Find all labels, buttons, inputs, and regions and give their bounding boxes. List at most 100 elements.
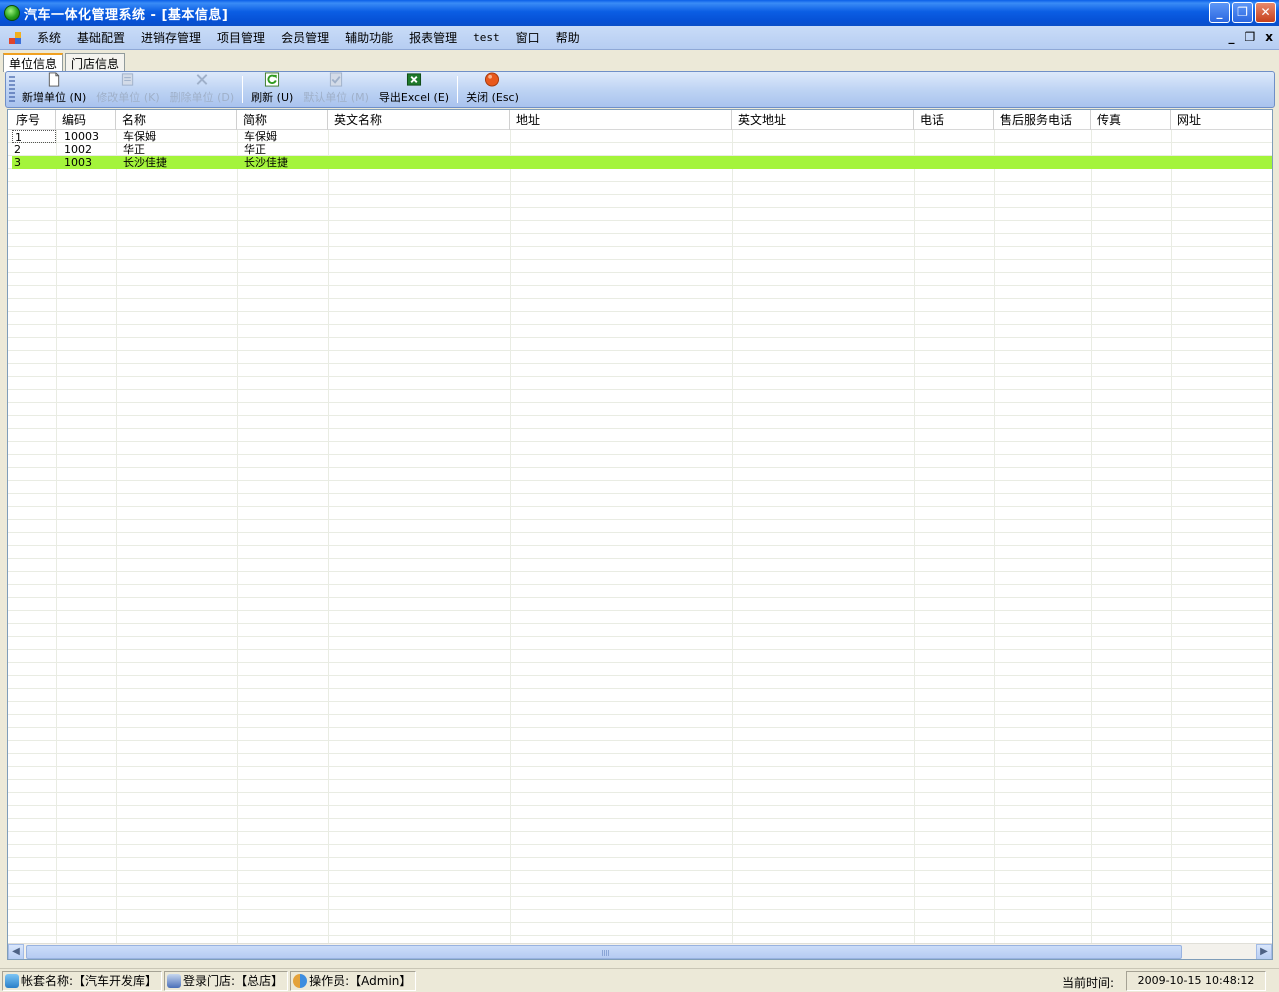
- cell-short-name[interactable]: 华正: [242, 143, 332, 156]
- cell-name[interactable]: 长沙佳捷: [121, 156, 241, 169]
- set-default-key: (M): [350, 91, 369, 104]
- column-header-fax[interactable]: 传真: [1091, 110, 1171, 130]
- menu-help[interactable]: 帮助: [548, 29, 588, 46]
- column-divider: [732, 130, 733, 945]
- close-button[interactable]: ✕: [1255, 2, 1276, 23]
- column-divider: [328, 130, 329, 945]
- column-header-index[interactable]: 序号: [10, 110, 56, 130]
- toolbar-separator: [457, 76, 459, 103]
- column-header-service-phone[interactable]: 售后服务电话: [994, 110, 1091, 130]
- title-bar: 汽车一体化管理系统 - [基本信息] _ ❐ ✕: [0, 0, 1279, 26]
- checkmark-icon: [330, 72, 343, 87]
- scroll-thumb[interactable]: [26, 945, 1182, 959]
- tab-unit-info[interactable]: 单位信息: [3, 53, 64, 72]
- menu-tools[interactable]: 辅助功能: [337, 29, 401, 46]
- excel-icon: [406, 73, 422, 86]
- menu-inventory[interactable]: 进销存管理: [133, 29, 209, 46]
- scroll-left-button[interactable]: ◀: [8, 944, 24, 959]
- cell-short-name[interactable]: 车保姆: [242, 130, 332, 143]
- toolbar: 新增单位 (N) 修改单位 (K) 删除单位 (D) 刷新 (U) 默认单位 (…: [5, 71, 1275, 108]
- minimize-button[interactable]: _: [1209, 2, 1230, 23]
- delete-icon: [196, 74, 208, 85]
- column-divider: [237, 130, 238, 945]
- close-form-button[interactable]: 关闭 (Esc): [461, 72, 524, 107]
- column-divider: [1171, 130, 1172, 945]
- cell-index[interactable]: 3: [12, 156, 56, 169]
- status-store: 登录门店:【总店】: [183, 974, 284, 988]
- mdi-close-button[interactable]: x: [1265, 30, 1273, 44]
- status-account: 帐套名称:【汽车开发库】: [21, 974, 158, 988]
- menu-bar: 系统 基础配置 进销存管理 项目管理 会员管理 辅助功能 报表管理 test 窗…: [0, 26, 1279, 50]
- edit-unit-label: 修改单位: [96, 91, 141, 104]
- cell-name[interactable]: 车保姆: [121, 130, 241, 143]
- cell-short-name[interactable]: 长沙佳捷: [242, 156, 332, 169]
- grid-body: 1 10003 车保姆 车保姆 2 1002 华正 华正 3 1003 长沙佳捷…: [8, 130, 1272, 945]
- current-time-label: 当前时间:: [1062, 976, 1115, 990]
- edit-document-icon: [121, 73, 134, 86]
- column-header-website[interactable]: 网址: [1171, 110, 1272, 130]
- menu-projects[interactable]: 项目管理: [209, 29, 273, 46]
- cell-name[interactable]: 华正: [121, 143, 241, 156]
- column-divider: [994, 130, 995, 945]
- mdi-child-icon[interactable]: [9, 31, 23, 45]
- column-header-name[interactable]: 名称: [116, 110, 237, 130]
- cell-index[interactable]: 2: [12, 143, 56, 156]
- cell-code[interactable]: 1002: [62, 143, 122, 156]
- table-row[interactable]: 1 10003 车保姆 车保姆: [12, 130, 1272, 143]
- current-time: 2009-10-15 10:48:12: [1126, 971, 1266, 991]
- refresh-label: 刷新: [251, 91, 274, 104]
- menu-reports[interactable]: 报表管理: [401, 29, 465, 46]
- column-header-english-address[interactable]: 英文地址: [732, 110, 914, 130]
- status-store-panel: 登录门店:【总店】: [164, 970, 289, 991]
- menu-members[interactable]: 会员管理: [273, 29, 337, 46]
- cell-code[interactable]: 10003: [62, 130, 122, 143]
- app-logo-icon: [4, 5, 20, 21]
- menu-system[interactable]: 系统: [29, 29, 69, 46]
- export-excel-label: 导出Excel: [378, 91, 431, 104]
- cell-index[interactable]: 1: [12, 130, 56, 143]
- export-excel-button[interactable]: 导出Excel (E): [374, 72, 454, 107]
- horizontal-scrollbar[interactable]: ◀ ▶: [8, 943, 1272, 959]
- column-header-address[interactable]: 地址: [510, 110, 732, 130]
- close-form-label: 关闭: [466, 91, 489, 104]
- close-form-key: (Esc): [491, 91, 519, 104]
- menu-test[interactable]: test: [465, 31, 508, 44]
- add-unit-label: 新增单位: [22, 91, 66, 104]
- column-divider: [56, 130, 57, 945]
- set-default-label: 默认单位: [303, 91, 348, 104]
- column-header-phone[interactable]: 电话: [914, 110, 994, 130]
- column-header-code[interactable]: 编码: [56, 110, 116, 130]
- add-unit-button[interactable]: 新增单位 (N): [17, 72, 91, 107]
- account-book-icon: [5, 973, 19, 988]
- status-bar: 帐套名称:【汽车开发库】 登录门店:【总店】 操作员:【Admin】 当前时间:…: [0, 968, 1279, 992]
- edit-unit-key: (K): [143, 91, 160, 104]
- cell-code[interactable]: 1003: [62, 156, 122, 169]
- restore-button[interactable]: ❐: [1232, 2, 1253, 23]
- column-divider: [510, 130, 511, 945]
- scroll-right-button[interactable]: ▶: [1256, 944, 1272, 959]
- store-computer-icon: [167, 973, 182, 988]
- edit-unit-button[interactable]: 修改单位 (K): [91, 72, 164, 107]
- close-circle-icon: [485, 72, 500, 87]
- mdi-restore-button[interactable]: ❐: [1244, 30, 1255, 44]
- users-icon: [293, 973, 308, 988]
- column-header-short-name[interactable]: 简称: [237, 110, 328, 130]
- grid-header: 序号 编码 名称 简称 英文名称 地址 英文地址 电话 售后服务电话 传真 网址: [8, 110, 1272, 130]
- column-divider: [1091, 130, 1092, 945]
- unit-data-grid[interactable]: 序号 编码 名称 简称 英文名称 地址 英文地址 电话 售后服务电话 传真 网址…: [7, 109, 1273, 960]
- menu-basic-config[interactable]: 基础配置: [69, 29, 133, 46]
- column-header-english-name[interactable]: 英文名称: [328, 110, 510, 130]
- add-unit-key: (N): [69, 91, 87, 104]
- status-operator-panel: 操作员:【Admin】: [290, 970, 417, 991]
- delete-unit-key: (D): [217, 91, 235, 104]
- tab-store-info[interactable]: 门店信息: [65, 53, 126, 71]
- set-default-unit-button[interactable]: 默认单位 (M): [298, 72, 374, 107]
- delete-unit-button[interactable]: 删除单位 (D): [165, 72, 240, 107]
- table-row-selected[interactable]: 3 1003 长沙佳捷 长沙佳捷: [12, 156, 1272, 169]
- menu-window[interactable]: 窗口: [508, 29, 548, 46]
- refresh-button[interactable]: 刷新 (U): [246, 72, 298, 107]
- toolbar-grip[interactable]: [9, 76, 15, 103]
- mdi-minimize-button[interactable]: _: [1228, 30, 1234, 44]
- table-row[interactable]: 2 1002 华正 华正: [12, 143, 1272, 156]
- status-operator: 操作员:【Admin】: [309, 974, 412, 988]
